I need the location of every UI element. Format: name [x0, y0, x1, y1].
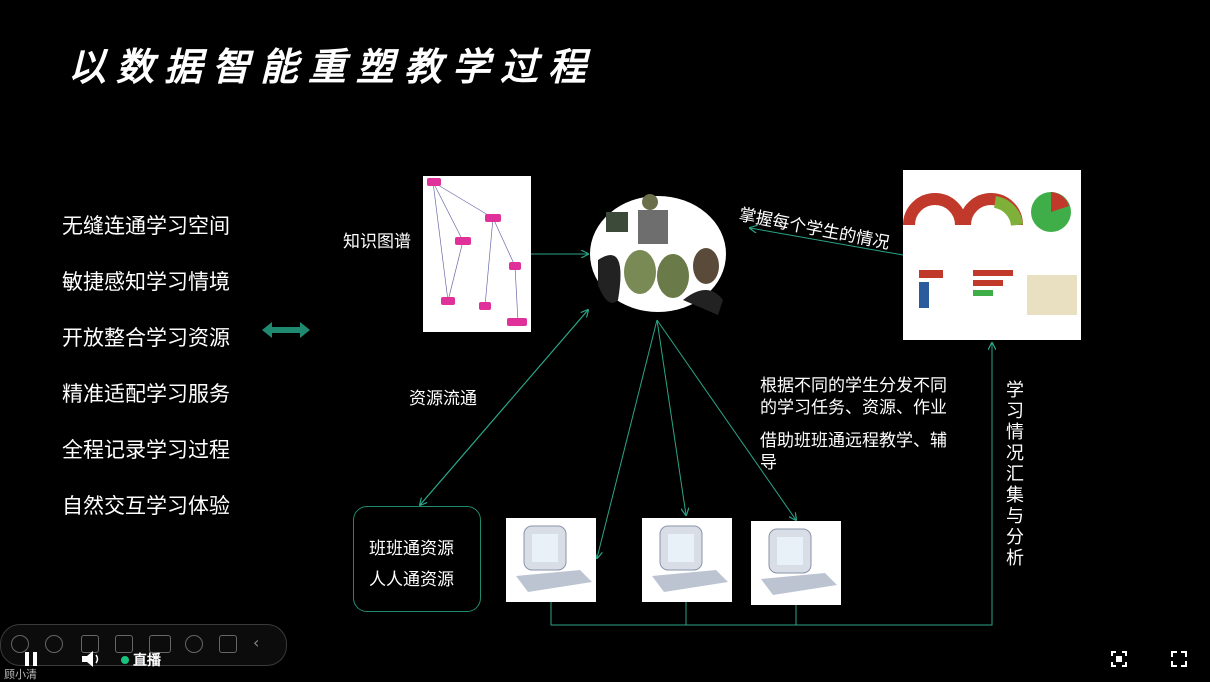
- resource-item: 班班通资源: [369, 539, 454, 559]
- live-indicator-icon: [121, 656, 129, 664]
- resource-item: 人人通资源: [369, 570, 454, 590]
- laptop-image: [642, 518, 732, 602]
- resource-box: 班班通资源 人人通资源: [353, 506, 481, 612]
- screenshot-icon[interactable]: [1110, 650, 1128, 668]
- laptop-image: [506, 518, 596, 602]
- connector-lines: [0, 0, 1210, 626]
- knowledge-graph-image: [423, 176, 531, 332]
- live-label: 直播: [133, 653, 161, 669]
- fullscreen-icon[interactable]: [1170, 650, 1188, 668]
- next-slide-icon[interactable]: [45, 635, 63, 653]
- resource-flow-label: 资源流通: [409, 389, 477, 409]
- dashboard-image: [903, 170, 1081, 340]
- volume-icon[interactable]: [80, 648, 102, 670]
- user-name: 顾小清: [4, 668, 37, 681]
- slides-icon[interactable]: [219, 635, 237, 653]
- collect-vertical-text: 学习情况汇集与分析: [1006, 380, 1024, 569]
- remote-text: 借助班班通远程教学、辅导: [760, 431, 947, 473]
- collapse-icon[interactable]: ‹: [253, 635, 271, 653]
- distribute-text: 根据不同的学生分发不同的学习任务、资源、作业: [760, 376, 947, 418]
- laptop-image: [751, 521, 841, 605]
- more-icon[interactable]: [185, 635, 203, 653]
- zoom-icon[interactable]: [115, 635, 133, 653]
- knowledge-graph-label: 知识图谱: [343, 232, 411, 252]
- teacher-illustration: [588, 190, 728, 318]
